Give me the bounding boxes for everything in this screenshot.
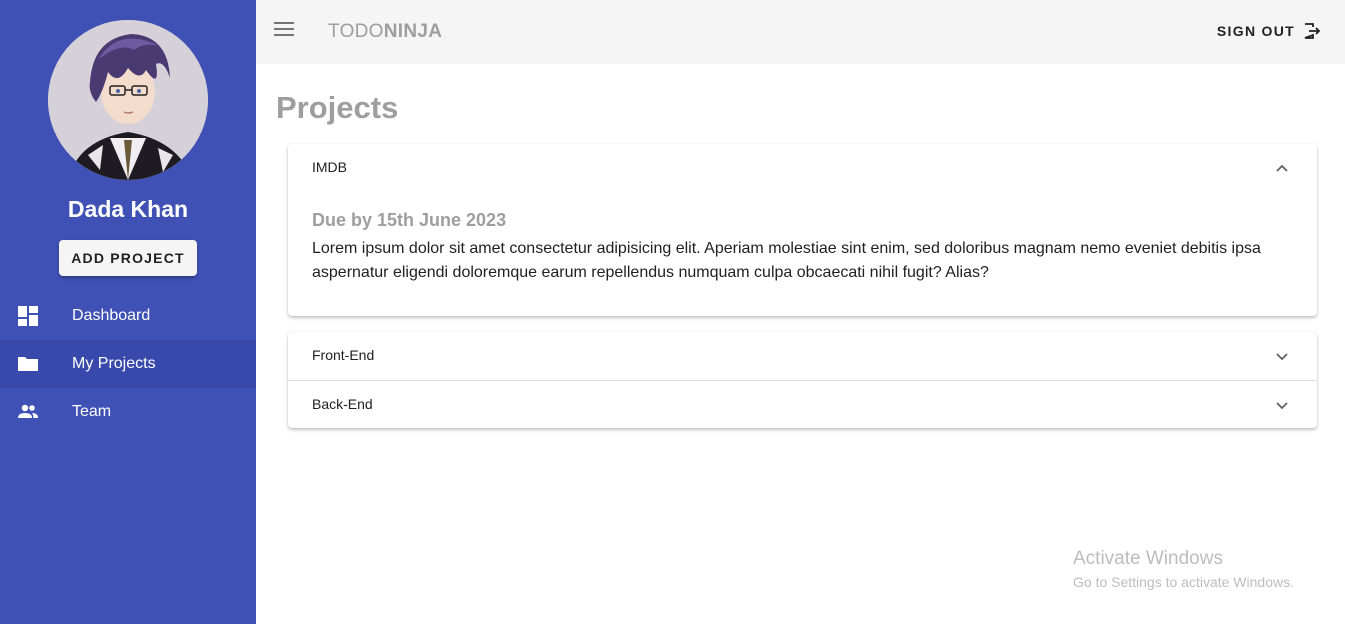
project-name: IMDB — [312, 159, 347, 175]
app-title-light: TODO — [328, 21, 384, 42]
sign-out-label: SIGN OUT — [1216, 23, 1295, 39]
dashboard-icon — [18, 306, 38, 326]
app-title-bold: NINJA — [383, 21, 443, 42]
people-icon — [18, 402, 38, 422]
expansion-panel-imdb: IMDB Due by 15th June 2023 Lorem ipsum d… — [288, 144, 1317, 316]
expansion-panel-header-back-end[interactable]: Back-End — [288, 381, 1317, 428]
activation-watermark-subtitle: Go to Settings to activate Windows. — [1073, 574, 1294, 590]
page-title: Projects — [276, 90, 399, 125]
expansion-panel-header[interactable]: IMDB — [288, 144, 1317, 192]
user-name: Dada Khan — [67, 196, 189, 222]
navigation-drawer: Dada Khan ADD PROJECT Dashboard My Proje… — [0, 0, 256, 624]
chevron-up-icon — [1275, 161, 1289, 175]
chevron-down-icon — [1275, 349, 1289, 363]
nav-item-dashboard[interactable]: Dashboard — [0, 292, 256, 340]
project-due-date: Due by 15th June 2023 — [312, 210, 507, 230]
app-bar: TODONINJA SIGN OUT — [256, 0, 1345, 64]
nav-list: Dashboard My Projects Team — [0, 292, 256, 436]
nav-item-my-projects[interactable]: My Projects — [0, 340, 256, 388]
menu-icon[interactable] — [274, 22, 294, 42]
activation-watermark-title: Activate Windows — [1073, 548, 1223, 569]
exit-icon — [1304, 23, 1321, 39]
folder-icon — [18, 354, 38, 374]
project-name: Back-End — [312, 396, 373, 412]
nav-item-label: Team — [72, 403, 112, 420]
avatar — [48, 20, 208, 180]
sign-out-button[interactable]: SIGN OUT — [1217, 22, 1321, 40]
expansion-panel-header-front-end[interactable]: Front-End — [288, 332, 1317, 380]
project-description: Lorem ipsum dolor sit amet consectetur a… — [312, 240, 1261, 281]
nav-item-label: Dashboard — [72, 307, 151, 324]
avatar-image — [48, 20, 208, 180]
expansion-panel-group: Front-End Back-End — [288, 332, 1317, 428]
project-name: Front-End — [312, 347, 375, 363]
add-project-button[interactable]: ADD PROJECT — [59, 240, 197, 276]
chevron-down-icon — [1275, 398, 1289, 412]
app-title: TODONINJA — [328, 21, 442, 43]
nav-item-team[interactable]: Team — [0, 388, 256, 436]
nav-item-label: My Projects — [72, 355, 156, 372]
